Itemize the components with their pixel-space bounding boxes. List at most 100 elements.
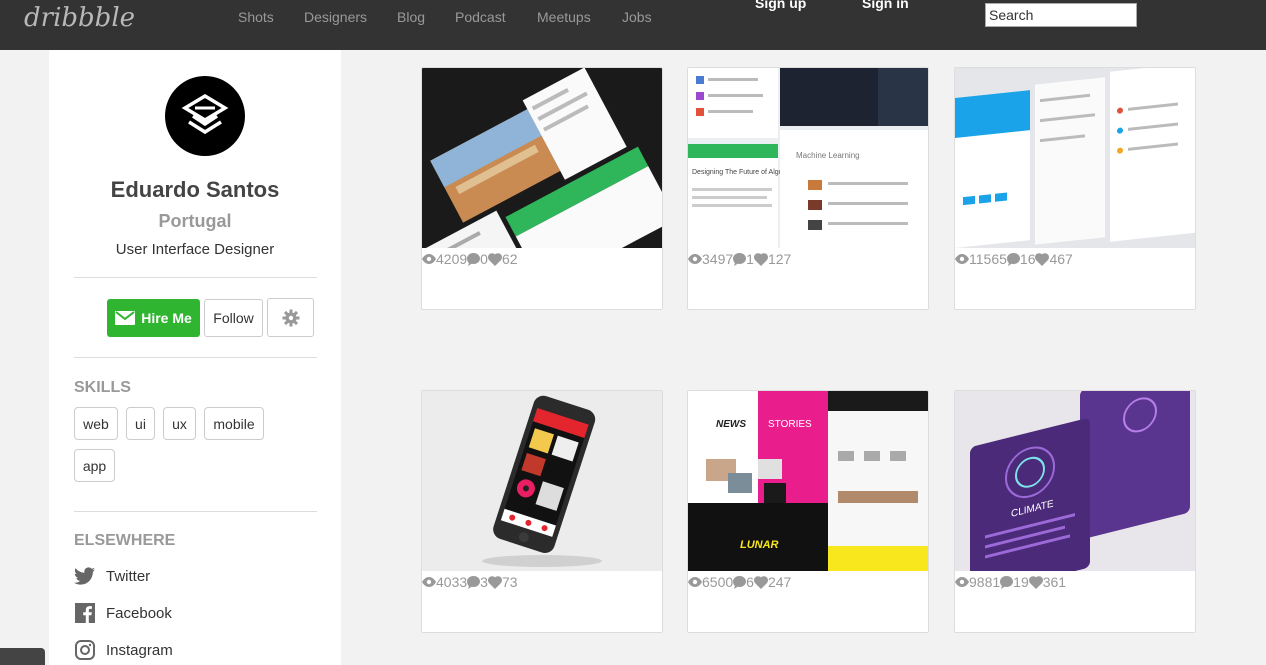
- mail-icon: [115, 311, 136, 325]
- eye-icon: [955, 577, 969, 587]
- shot-views: 11565: [969, 251, 1007, 267]
- skill-tag-ux[interactable]: ux: [163, 407, 196, 440]
- shot-card[interactable]: Designing The Future of Algorithms Machi…: [687, 67, 929, 310]
- heart-icon: [753, 252, 768, 266]
- avatar-logo-icon: [181, 93, 229, 135]
- profile-title: User Interface Designer: [115, 241, 275, 258]
- heart-icon: [487, 252, 502, 266]
- nav-blog[interactable]: Blog: [397, 9, 425, 25]
- instagram-link[interactable]: Instagram: [74, 638, 173, 662]
- settings-button[interactable]: [267, 298, 314, 337]
- hire-me-label: Hire Me: [141, 310, 192, 326]
- shot-likes: 247: [767, 574, 792, 590]
- comment-icon: [467, 575, 481, 589]
- comment-icon: [733, 252, 747, 266]
- shot-thumbnail[interactable]: NEWS STORIES LUNAR: [688, 391, 928, 571]
- shot-card[interactable]: CLIMATE 9881 19 361: [954, 390, 1196, 633]
- shot-likes: 73: [501, 574, 518, 590]
- shot-comments: 0: [480, 251, 488, 267]
- elsewhere-heading: ELSEWHERE: [74, 532, 176, 549]
- shot-likes: 361: [1042, 574, 1067, 590]
- instagram-label: Instagram: [106, 641, 173, 659]
- shot-views: 9881: [969, 574, 1001, 590]
- shot-card[interactable]: 4033 3 73: [421, 390, 663, 633]
- sign-in-link[interactable]: Sign in: [862, 0, 909, 11]
- machine-learning-title: Machine Learning: [796, 151, 860, 160]
- comment-icon: [1000, 575, 1014, 589]
- shot-likes: 467: [1049, 251, 1073, 267]
- hire-me-button[interactable]: Hire Me: [107, 299, 200, 337]
- shot-likes: 62: [501, 251, 518, 267]
- nav-designers[interactable]: Designers: [304, 9, 367, 25]
- shot-views: 6500: [702, 574, 734, 590]
- dribbble-logo[interactable]: dribbble: [24, 3, 135, 33]
- shot-thumbnail[interactable]: [422, 68, 662, 248]
- follow-button[interactable]: Follow: [204, 299, 263, 337]
- comment-icon: [1006, 252, 1020, 266]
- stories-label: STORIES: [768, 419, 812, 430]
- nav-jobs[interactable]: Jobs: [622, 9, 652, 25]
- shot-comments: 3: [480, 574, 488, 590]
- top-navigation-bar: dribbble Shots Designers Blog Podcast Me…: [0, 0, 1266, 50]
- skill-tag-app[interactable]: app: [74, 449, 115, 482]
- twitter-link[interactable]: Twitter: [74, 564, 150, 588]
- shot-stats: 6500 6 247: [688, 573, 791, 591]
- shot-thumbnail[interactable]: [955, 68, 1195, 248]
- avatar[interactable]: [165, 76, 245, 156]
- nav-podcast[interactable]: Podcast: [455, 9, 506, 25]
- twitter-label: Twitter: [106, 567, 151, 585]
- eye-icon: [422, 577, 436, 587]
- instagram-icon: [74, 639, 96, 661]
- shot-stats: 9881 19 361: [955, 573, 1066, 591]
- skill-tag-mobile[interactable]: mobile: [204, 407, 264, 440]
- nav-shots[interactable]: Shots: [238, 9, 274, 25]
- comment-icon: [467, 252, 481, 266]
- eye-icon: [688, 254, 702, 264]
- shot-thumbnail[interactable]: CLIMATE: [955, 391, 1195, 571]
- sign-up-link[interactable]: Sign up: [755, 0, 806, 11]
- divider: [74, 357, 317, 358]
- nav-meetups[interactable]: Meetups: [537, 9, 591, 25]
- comment-icon: [733, 575, 747, 589]
- shot-thumbnail[interactable]: [422, 391, 662, 571]
- shot-comments: 1: [746, 251, 754, 267]
- shot-card[interactable]: 4209 0 62: [421, 67, 663, 310]
- news-label: NEWS: [716, 419, 746, 430]
- heart-icon: [1028, 575, 1043, 589]
- profile-sidebar: Eduardo Santos Portugal User Interface D…: [49, 50, 341, 665]
- shot-stats: 4033 3 73: [422, 573, 518, 591]
- twitter-icon: [74, 565, 96, 587]
- heart-icon: [753, 575, 768, 589]
- shot-stats: 11565 16 467: [955, 250, 1073, 268]
- shot-views: 4209: [436, 251, 468, 267]
- shot-thumbnail[interactable]: Designing The Future of Algorithms Machi…: [688, 68, 928, 248]
- gear-icon: [282, 309, 299, 326]
- profile-location: Portugal: [158, 211, 232, 231]
- facebook-link[interactable]: Facebook: [74, 601, 172, 625]
- shot-comments: 16: [1019, 251, 1036, 267]
- eye-icon: [422, 254, 436, 264]
- skills-heading: SKILLS: [74, 379, 131, 396]
- heart-icon: [487, 575, 502, 589]
- eye-icon: [955, 254, 969, 264]
- lunar-label: LUNAR: [740, 539, 779, 551]
- shot-views: 4033: [436, 574, 468, 590]
- profile-name[interactable]: Eduardo Santos: [49, 177, 341, 203]
- facebook-icon: [74, 602, 96, 624]
- shot-card[interactable]: 11565 16 467: [954, 67, 1196, 310]
- shot-comments: 6: [746, 574, 754, 590]
- divider: [74, 511, 317, 512]
- corner-tab[interactable]: [0, 648, 45, 665]
- shot-likes: 127: [767, 251, 792, 267]
- skill-tag-ui[interactable]: ui: [126, 407, 155, 440]
- search-input[interactable]: [985, 3, 1137, 27]
- shot-stats: 4209 0 62: [422, 250, 518, 268]
- shot-stats: 3497 1 127: [688, 250, 791, 268]
- facebook-label: Facebook: [106, 604, 172, 622]
- eye-icon: [688, 577, 702, 587]
- divider: [74, 277, 317, 278]
- shot-card[interactable]: NEWS STORIES LUNAR 6500 6 247: [687, 390, 929, 633]
- skill-tag-web[interactable]: web: [74, 407, 118, 440]
- shot-views: 3497: [702, 251, 734, 267]
- shot-comments: 19: [1013, 574, 1029, 590]
